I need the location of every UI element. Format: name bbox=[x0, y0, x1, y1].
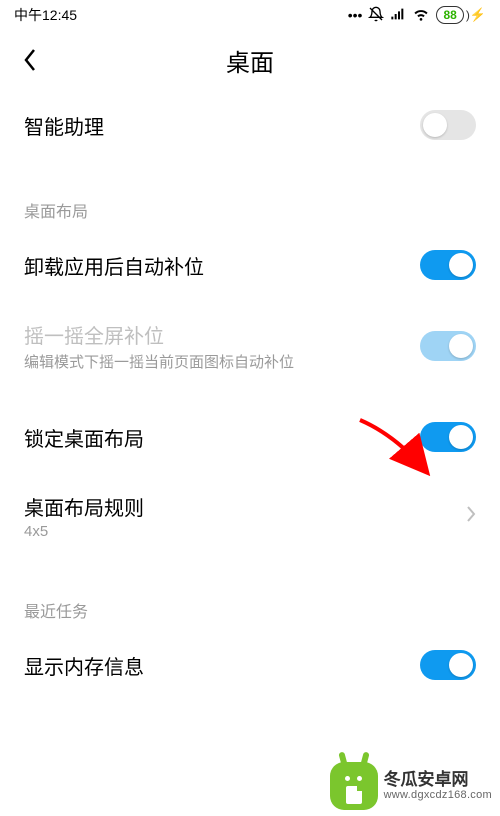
row-lock-layout[interactable]: 锁定桌面布局 bbox=[0, 392, 500, 472]
smart-assistant-label: 智能助理 bbox=[24, 111, 420, 140]
status-bar: 中午12:45 ••• 88 ⚡ bbox=[0, 0, 500, 30]
chevron-right-icon bbox=[466, 503, 476, 529]
section-layout: 桌面布局 bbox=[0, 160, 500, 230]
toggle-smart-assistant[interactable] bbox=[420, 110, 476, 140]
dnd-icon bbox=[368, 6, 384, 25]
toggle-show-memory[interactable] bbox=[420, 650, 476, 680]
signal-icon bbox=[390, 6, 406, 25]
layout-rules-sub: 4x5 bbox=[24, 523, 466, 540]
row-smart-assistant[interactable]: 智能助理 bbox=[0, 90, 500, 160]
status-time: 中午12:45 bbox=[14, 5, 77, 25]
row-auto-fill[interactable]: 卸载应用后自动补位 bbox=[0, 230, 500, 300]
shake-fill-sub: 编辑模式下摇一摇当前页面图标自动补位 bbox=[24, 351, 420, 372]
watermark-url: www.dgxcdz168.com bbox=[384, 789, 492, 801]
title-bar: 桌面 bbox=[0, 30, 500, 90]
show-memory-label: 显示内存信息 bbox=[24, 651, 420, 680]
watermark-logo-icon bbox=[330, 762, 378, 810]
lock-layout-label: 锁定桌面布局 bbox=[24, 423, 420, 452]
charging-icon: ⚡ bbox=[470, 7, 486, 23]
more-icon: ••• bbox=[348, 7, 363, 23]
row-shake-fill: 摇一摇全屏补位 编辑模式下摇一摇当前页面图标自动补位 bbox=[0, 300, 500, 392]
watermark: 冬瓜安卓网 www.dgxcdz168.com bbox=[330, 762, 492, 810]
watermark-name: 冬瓜安卓网 bbox=[384, 771, 492, 790]
layout-rules-label: 桌面布局规则 bbox=[24, 492, 466, 521]
toggle-lock-layout[interactable] bbox=[420, 422, 476, 452]
battery-icon: 88 bbox=[436, 6, 463, 24]
auto-fill-label: 卸载应用后自动补位 bbox=[24, 251, 420, 280]
section-recent: 最近任务 bbox=[0, 560, 500, 630]
row-layout-rules[interactable]: 桌面布局规则 4x5 bbox=[0, 472, 500, 560]
page-title: 桌面 bbox=[0, 43, 500, 78]
wifi-icon bbox=[412, 6, 430, 25]
status-icons: ••• 88 ⚡ bbox=[348, 6, 486, 25]
row-show-memory[interactable]: 显示内存信息 bbox=[0, 630, 500, 700]
toggle-auto-fill[interactable] bbox=[420, 250, 476, 280]
toggle-shake-fill bbox=[420, 331, 476, 361]
shake-fill-label: 摇一摇全屏补位 bbox=[24, 320, 420, 349]
